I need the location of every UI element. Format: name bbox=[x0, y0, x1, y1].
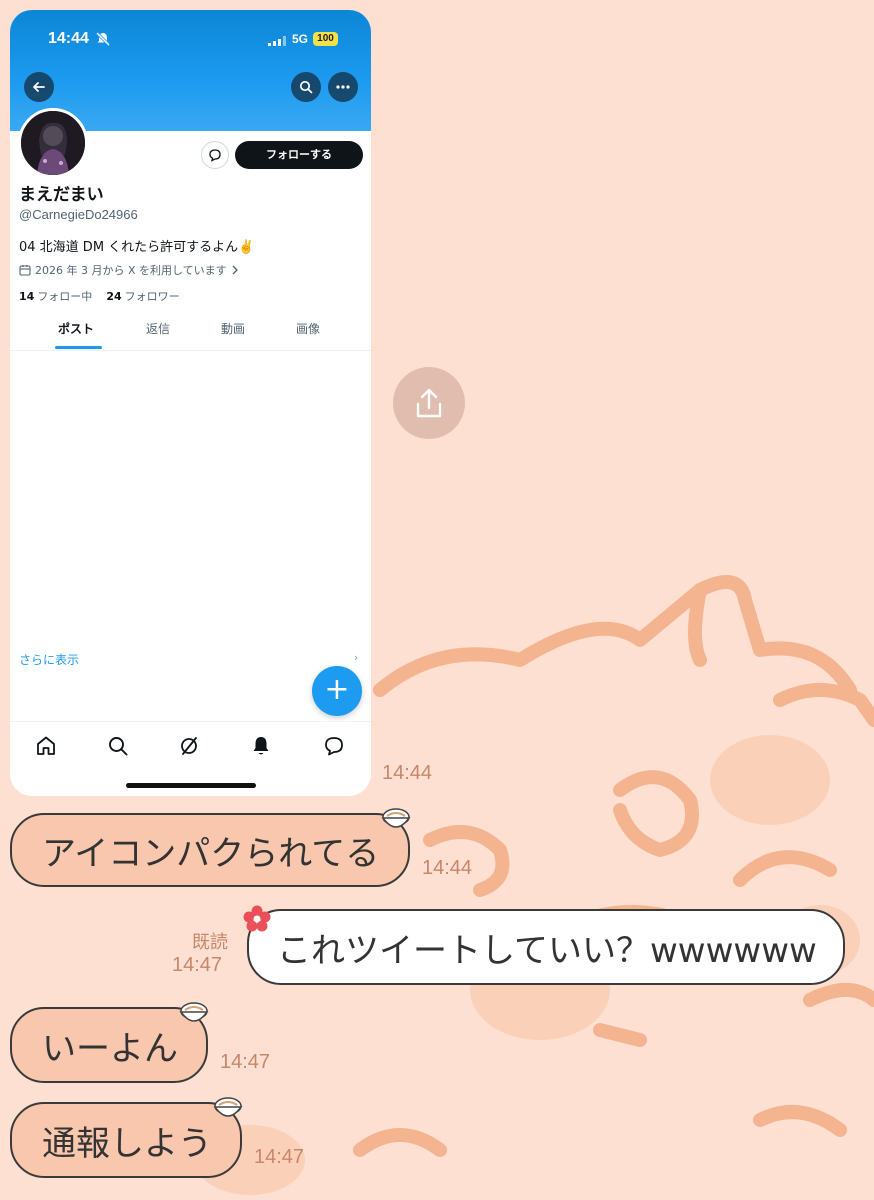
joined-text: 2026 年 3 月から X を利用しています bbox=[35, 264, 227, 277]
active-tab-indicator bbox=[55, 346, 102, 349]
tab-replies[interactable]: 返信 bbox=[146, 320, 170, 337]
message-timestamp: 14:47 bbox=[220, 1051, 271, 1073]
search-icon[interactable] bbox=[106, 734, 130, 758]
tab-images[interactable]: 画像 bbox=[296, 320, 320, 337]
calendar-icon bbox=[19, 265, 31, 276]
message-icon bbox=[209, 149, 221, 162]
status-bar: 14:44 5G 100 bbox=[10, 30, 371, 54]
compose-button[interactable]: + bbox=[312, 666, 362, 716]
follow-button[interactable]: フォローする bbox=[235, 141, 363, 169]
follow-counts: 14 フォロー中 24 フォロワー bbox=[19, 288, 180, 304]
more-icon[interactable] bbox=[328, 72, 358, 102]
message-timestamp: 14:44 bbox=[422, 857, 473, 879]
following-count: 14 bbox=[19, 290, 35, 303]
message-text: これツイートしていい？wwwwww bbox=[277, 930, 817, 971]
message-text: アイコンパクられてる bbox=[42, 833, 380, 874]
bottom-nav bbox=[10, 721, 371, 772]
home-indicator bbox=[126, 783, 256, 788]
share-button[interactable] bbox=[393, 367, 465, 439]
user-handle: @CarnegieDo24966 bbox=[19, 207, 138, 222]
incoming-message-bubble[interactable]: 通報しよう bbox=[10, 1102, 242, 1178]
battery-level: 100 bbox=[313, 32, 338, 46]
rice-bowl-icon bbox=[381, 808, 411, 828]
redacted-area bbox=[10, 351, 371, 651]
followers-label: フォロワー bbox=[124, 290, 180, 303]
avatar[interactable] bbox=[18, 108, 88, 178]
followers-count: 24 bbox=[106, 290, 122, 303]
signal-icon bbox=[268, 36, 286, 46]
bell-muted-icon bbox=[96, 32, 110, 46]
search-icon[interactable] bbox=[291, 72, 321, 102]
tab-videos[interactable]: 動画 bbox=[221, 320, 245, 337]
messages-icon[interactable] bbox=[322, 734, 346, 758]
status-time: 14:44 bbox=[48, 30, 89, 47]
home-icon[interactable] bbox=[34, 734, 58, 758]
flower-icon bbox=[243, 905, 271, 932]
chevron-right-icon bbox=[232, 265, 238, 275]
display-name: まえだまい bbox=[19, 185, 104, 205]
share-icon bbox=[416, 388, 442, 418]
shared-profile-screenshot[interactable]: 14:44 5G 100 フォローする まえだまい @CarnegieDo249… bbox=[10, 10, 371, 796]
chevron-right-icon: › bbox=[354, 651, 359, 664]
message-timestamp: 14:44 bbox=[382, 762, 433, 784]
back-arrow-icon[interactable] bbox=[24, 72, 54, 102]
followers-link[interactable]: 24 フォロワー bbox=[106, 290, 179, 303]
message-text: 通報しよう bbox=[42, 1123, 212, 1164]
outgoing-message-bubble[interactable]: これツイートしていい？wwwwww bbox=[247, 909, 845, 985]
message-timestamp: 14:47 bbox=[254, 1146, 305, 1168]
message-button[interactable] bbox=[201, 141, 229, 169]
message-text: いーよん bbox=[42, 1028, 178, 1069]
notifications-icon[interactable] bbox=[249, 734, 273, 758]
rice-bowl-icon bbox=[179, 1002, 209, 1022]
following-link[interactable]: 14 フォロー中 bbox=[19, 290, 92, 303]
show-more-link[interactable]: さらに表示 bbox=[19, 651, 79, 668]
following-label: フォロー中 bbox=[37, 290, 93, 303]
joined-date[interactable]: 2026 年 3 月から X を利用しています bbox=[19, 262, 239, 278]
incoming-message-bubble[interactable]: アイコンパクられてる bbox=[10, 813, 410, 887]
grok-icon[interactable] bbox=[177, 734, 201, 758]
profile-tabs: ポスト 返信 動画 画像 bbox=[10, 320, 371, 351]
rice-bowl-icon bbox=[213, 1097, 243, 1117]
network-label: 5G bbox=[292, 32, 309, 46]
message-timestamp: 14:47 bbox=[172, 954, 223, 976]
tab-posts[interactable]: ポスト bbox=[58, 320, 94, 337]
read-receipt: 既読 bbox=[192, 932, 228, 953]
profile-bio: 04 北海道 DM くれたら許可するよん✌️ bbox=[19, 240, 255, 255]
